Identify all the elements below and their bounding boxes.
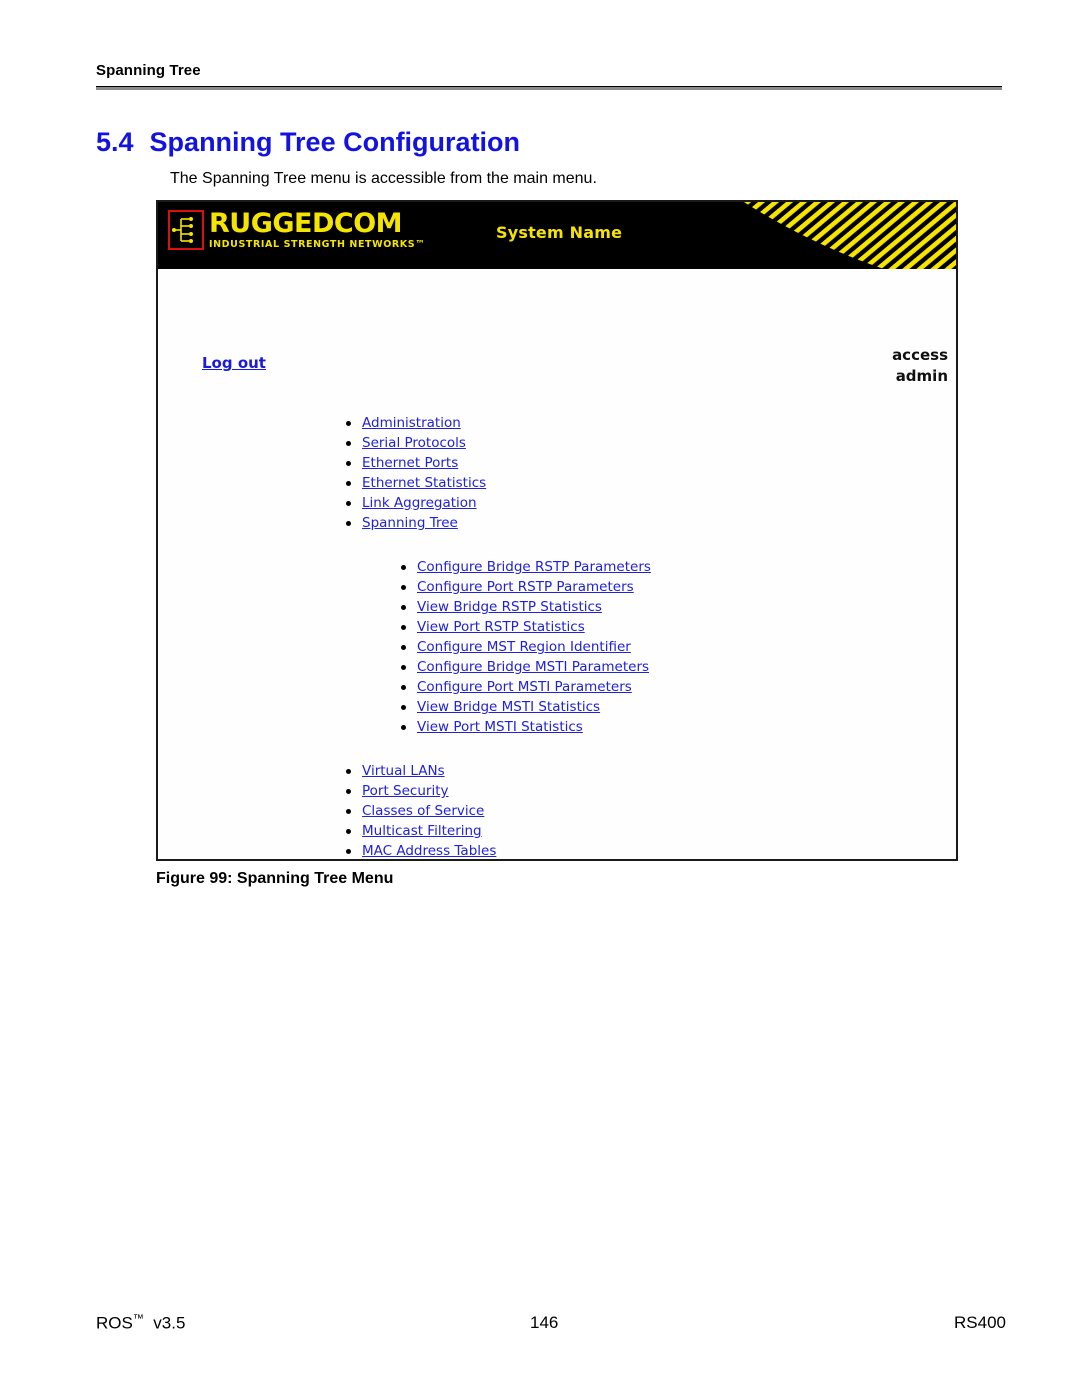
menu-link-port-security[interactable]: Port Security bbox=[362, 783, 449, 799]
bullet-icon bbox=[401, 725, 406, 730]
list-item[interactable]: Administration bbox=[344, 413, 486, 433]
menu-link-classes-of-service[interactable]: Classes of Service bbox=[362, 803, 484, 819]
list-item[interactable]: Configure Bridge MSTI Parameters bbox=[399, 657, 651, 677]
footer-product: ROS™ v3.5 bbox=[96, 1313, 185, 1334]
bullet-icon bbox=[346, 789, 351, 794]
device-body: Log out access admin Administration Seri… bbox=[158, 269, 956, 859]
logo-name: RUGGEDCOM bbox=[209, 208, 403, 239]
menu-link-configure-port-msti-parameters[interactable]: Configure Port MSTI Parameters bbox=[417, 679, 632, 695]
list-item[interactable]: View Port RSTP Statistics bbox=[399, 617, 651, 637]
bullet-icon bbox=[401, 605, 406, 610]
figure-image: RUGGEDCOM INDUSTRIAL STRENGTH NETWORKS™ … bbox=[156, 200, 958, 861]
menu-link-serial-protocols[interactable]: Serial Protocols bbox=[362, 435, 466, 451]
list-item[interactable]: MAC Address Tables bbox=[344, 841, 496, 859]
list-item[interactable]: Ethernet Statistics bbox=[344, 473, 486, 493]
list-item[interactable]: View Port MSTI Statistics bbox=[399, 717, 651, 737]
menu-link-mac-address-tables[interactable]: MAC Address Tables bbox=[362, 843, 496, 859]
bullet-icon bbox=[401, 645, 406, 650]
footer-version: v3.5 bbox=[153, 1313, 186, 1333]
list-item[interactable]: Configure Bridge RSTP Parameters bbox=[399, 557, 651, 577]
bullet-icon bbox=[346, 521, 351, 526]
bullet-icon bbox=[401, 705, 406, 710]
menu-link-administration[interactable]: Administration bbox=[362, 415, 461, 431]
menu-link-view-port-msti-statistics[interactable]: View Port MSTI Statistics bbox=[417, 719, 583, 735]
menu-link-link-aggregation[interactable]: Link Aggregation bbox=[362, 495, 477, 511]
list-item[interactable]: View Bridge MSTI Statistics bbox=[399, 697, 651, 717]
menu-link-multicast-filtering[interactable]: Multicast Filtering bbox=[362, 823, 482, 839]
footer-model: RS400 bbox=[954, 1313, 1006, 1332]
bullet-icon bbox=[346, 829, 351, 834]
list-item[interactable]: Multicast Filtering bbox=[344, 821, 496, 841]
bullet-icon bbox=[346, 421, 351, 426]
menu-link-ethernet-statistics[interactable]: Ethernet Statistics bbox=[362, 475, 486, 491]
access-info: access admin bbox=[892, 345, 948, 387]
bullet-icon bbox=[401, 625, 406, 630]
menu-link-ethernet-ports[interactable]: Ethernet Ports bbox=[362, 455, 458, 471]
menu-link-configure-mst-region-identifier[interactable]: Configure MST Region Identifier bbox=[417, 639, 631, 655]
running-head-rule bbox=[96, 86, 1002, 90]
bullet-icon bbox=[346, 849, 351, 854]
list-item[interactable]: Port Security bbox=[344, 781, 496, 801]
bullet-icon bbox=[346, 769, 351, 774]
logo-tagline: INDUSTRIAL STRENGTH NETWORKS™ bbox=[209, 239, 426, 250]
list-item[interactable]: Spanning Tree bbox=[344, 513, 486, 533]
menu-link-configure-bridge-rstp-parameters[interactable]: Configure Bridge RSTP Parameters bbox=[417, 559, 651, 575]
menu-link-configure-port-rstp-parameters[interactable]: Configure Port RSTP Parameters bbox=[417, 579, 634, 595]
list-item[interactable]: Configure Port RSTP Parameters bbox=[399, 577, 651, 597]
bullet-icon bbox=[401, 665, 406, 670]
intro-paragraph: The Spanning Tree menu is accessible fro… bbox=[170, 170, 597, 187]
list-item[interactable]: Configure Port MSTI Parameters bbox=[399, 677, 651, 697]
logo-wordmark: RUGGEDCOM INDUSTRIAL STRENGTH NETWORKS™ bbox=[209, 210, 425, 251]
menu-link-configure-bridge-msti-parameters[interactable]: Configure Bridge MSTI Parameters bbox=[417, 659, 649, 675]
menu-link-virtual-lans[interactable]: Virtual LANs bbox=[362, 763, 445, 779]
footer-product-name: ROS bbox=[96, 1313, 133, 1333]
running-head: Spanning Tree bbox=[96, 62, 201, 79]
section-number: 5.4 bbox=[96, 127, 134, 157]
footer-page-number: 146 bbox=[530, 1313, 559, 1332]
menu-link-view-port-rstp-statistics[interactable]: View Port RSTP Statistics bbox=[417, 619, 585, 635]
menu-link-view-bridge-msti-statistics[interactable]: View Bridge MSTI Statistics bbox=[417, 699, 600, 715]
logout-link[interactable]: Log out bbox=[202, 354, 266, 372]
ruggedcom-logo: RUGGEDCOM INDUSTRIAL STRENGTH NETWORKS™ bbox=[168, 210, 425, 251]
page-title: 5.4 Spanning Tree Configuration bbox=[96, 127, 520, 158]
figure-caption: Figure 99: Spanning Tree Menu bbox=[156, 870, 394, 887]
device-header: RUGGEDCOM INDUSTRIAL STRENGTH NETWORKS™ … bbox=[158, 202, 956, 269]
bullet-icon bbox=[346, 501, 351, 506]
spanning-tree-submenu-list: Configure Bridge RSTP Parameters Configu… bbox=[399, 557, 651, 737]
main-menu-list: Administration Serial Protocols Ethernet… bbox=[344, 413, 486, 533]
access-value: admin bbox=[895, 367, 948, 385]
list-item[interactable]: Link Aggregation bbox=[344, 493, 486, 513]
system-name-label: System Name bbox=[496, 223, 623, 242]
ruggedcom-mark-icon bbox=[168, 210, 204, 250]
bullet-icon bbox=[346, 481, 351, 486]
diagonal-stripes-decoration bbox=[688, 202, 956, 269]
trademark-icon: ™ bbox=[132, 1313, 144, 1325]
list-item[interactable]: Configure MST Region Identifier bbox=[399, 637, 651, 657]
list-item[interactable]: Classes of Service bbox=[344, 801, 496, 821]
access-label: access bbox=[892, 346, 948, 364]
list-item[interactable]: View Bridge RSTP Statistics bbox=[399, 597, 651, 617]
list-item[interactable]: Serial Protocols bbox=[344, 433, 486, 453]
bullet-icon bbox=[401, 565, 406, 570]
menu-link-spanning-tree[interactable]: Spanning Tree bbox=[362, 515, 458, 531]
secondary-menu-list: Virtual LANs Port Security Classes of Se… bbox=[344, 761, 496, 859]
bullet-icon bbox=[346, 809, 351, 814]
section-title: Spanning Tree Configuration bbox=[149, 127, 521, 157]
bullet-icon bbox=[346, 461, 351, 466]
menu-link-view-bridge-rstp-statistics[interactable]: View Bridge RSTP Statistics bbox=[417, 599, 602, 615]
list-item[interactable]: Virtual LANs bbox=[344, 761, 496, 781]
bullet-icon bbox=[401, 585, 406, 590]
list-item[interactable]: Ethernet Ports bbox=[344, 453, 486, 473]
bullet-icon bbox=[346, 441, 351, 446]
bullet-icon bbox=[401, 685, 406, 690]
